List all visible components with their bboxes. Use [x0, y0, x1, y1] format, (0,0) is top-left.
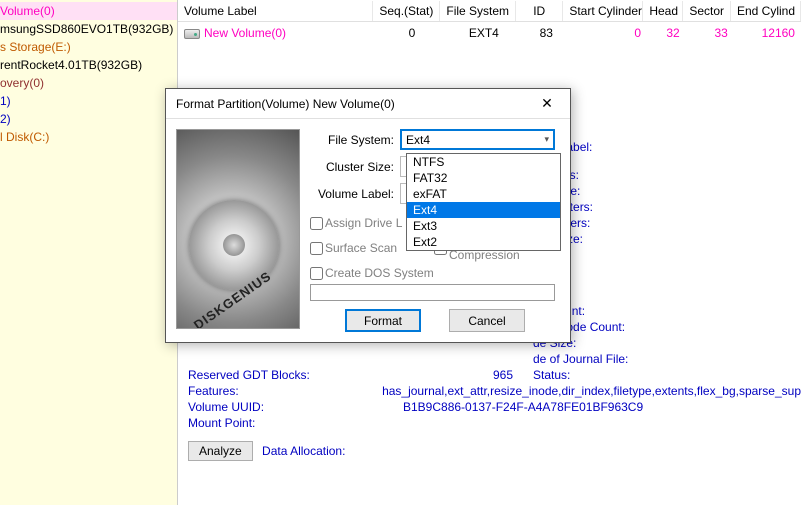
detail-journal-inode: de of Journal File: [533, 352, 683, 367]
detail-reserved-gdt-label: Reserved GDT Blocks: [188, 368, 343, 383]
sidebar-item[interactable]: s Storage(E:) [0, 38, 177, 56]
file-system-option[interactable]: Ext2 [407, 234, 560, 250]
file-system-option[interactable]: NTFS [407, 154, 560, 170]
sidebar: Volume(0)msungSSD860EVO1TB(932GB)s Stora… [0, 0, 178, 505]
cluster-size-label: Cluster Size: [310, 160, 400, 174]
volume-label-label: Volume Label: [310, 187, 400, 201]
detail-features-label: Features: [188, 384, 322, 399]
file-system-option[interactable]: exFAT [407, 186, 560, 202]
col-header-fs[interactable]: File System [440, 1, 516, 21]
col-header-label[interactable]: Volume Label [178, 1, 373, 21]
create-dos-checkbox[interactable] [310, 267, 323, 280]
analyze-button[interactable]: Analyze [188, 441, 253, 461]
detail-uuid-label: Volume UUID: [188, 400, 343, 415]
col-header-end-cyl[interactable]: End Cylind [731, 1, 801, 21]
row-start-cyl: 0 [570, 24, 647, 42]
create-dos-label: Create DOS System [325, 266, 434, 280]
detail-status-label: Status: [533, 368, 683, 383]
cancel-button[interactable]: Cancel [449, 309, 525, 332]
file-system-option[interactable]: FAT32 [407, 170, 560, 186]
row-sector: 33 [686, 24, 734, 42]
surface-scan-label: Surface Scan [325, 241, 397, 255]
col-header-id[interactable]: ID [516, 1, 563, 21]
assign-drive-label: Assign Drive L [325, 216, 402, 230]
row-end-cyl: 12160 [734, 24, 801, 42]
row-seq: 0 [378, 24, 445, 42]
sidebar-item[interactable]: 1) [0, 92, 177, 110]
detail-uuid-val: B1B9C886-0137-F24F-A4A78FE01BF963C9 [403, 400, 643, 415]
col-header-seq[interactable]: Seq.(Stat) [373, 1, 440, 21]
data-allocation-label: Data Allocation: [262, 444, 345, 458]
sidebar-item[interactable]: Volume(0) [0, 2, 177, 20]
sidebar-item[interactable]: l Disk(C:) [0, 128, 177, 146]
surface-scan-checkbox[interactable] [310, 242, 323, 255]
close-icon[interactable]: ✕ [532, 95, 562, 112]
col-header-sector[interactable]: Sector [683, 1, 731, 21]
detail-mount-label: Mount Point: [188, 416, 343, 431]
detail-features-val: has_journal,ext_attr,resize_inode,dir_in… [382, 384, 801, 399]
row-id: 83 [522, 24, 570, 42]
format-button[interactable]: Format [345, 309, 421, 332]
format-partition-dialog: Format Partition(Volume) New Volume(0) ✕… [165, 88, 571, 343]
assign-drive-checkbox[interactable] [310, 217, 323, 230]
grid-header: Volume Label Seq.(Stat) File System ID S… [178, 0, 801, 22]
sidebar-item[interactable]: 2) [0, 110, 177, 128]
dialog-titlebar[interactable]: Format Partition(Volume) New Volume(0) ✕ [166, 89, 570, 119]
file-system-label: File System: [310, 133, 400, 147]
chevron-down-icon: ▾ [544, 134, 549, 145]
detail-reserved-gdt-val: 965 [343, 368, 533, 383]
file-system-option[interactable]: Ext3 [407, 218, 560, 234]
dialog-title-text: Format Partition(Volume) New Volume(0) [176, 97, 395, 111]
hdd-image: DISKGENIUS [176, 129, 300, 329]
row-head: 32 [647, 24, 686, 42]
sidebar-item[interactable]: rentRocket4.01TB(932GB) [0, 56, 177, 74]
disk-icon [184, 29, 200, 39]
file-system-option[interactable]: Ext4 [407, 202, 560, 218]
row-volume-label: New Volume(0) [178, 24, 378, 42]
col-header-head[interactable]: Head [643, 1, 683, 21]
file-system-value: Ext4 [406, 133, 430, 147]
col-header-start-cyl[interactable]: Start Cylinder [563, 1, 643, 21]
progress-bar [310, 284, 555, 301]
file-system-select[interactable]: Ext4 ▾ [400, 129, 555, 150]
sidebar-item[interactable]: msungSSD860EVO1TB(932GB) [0, 20, 177, 38]
grid-row[interactable]: New Volume(0) 0 EXT4 83 0 32 33 12160 [178, 22, 801, 44]
file-system-dropdown: NTFSFAT32exFATExt4Ext3Ext2 [406, 153, 561, 251]
sidebar-item[interactable]: overy(0) [0, 74, 177, 92]
row-fs: EXT4 [446, 24, 523, 42]
